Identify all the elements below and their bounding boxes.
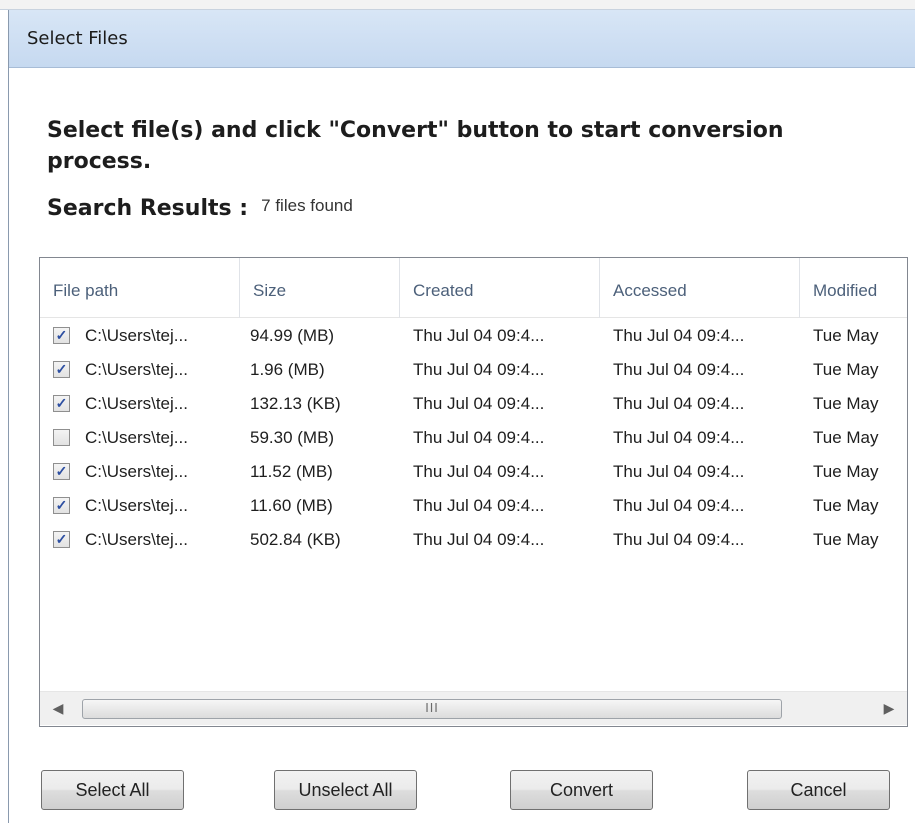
cell-size: 94.99 (MB) [250,326,335,345]
scrollbar-thumb[interactable]: III [82,699,782,719]
select-files-dialog: Select Files Select file(s) and click "C… [8,10,915,823]
background-window-strip [0,0,915,10]
row-checkbox-unchecked[interactable] [53,429,70,446]
column-header-modified[interactable]: Modified [800,258,907,318]
cell-accessed: Thu Jul 04 09:4... [613,428,745,447]
cell-file-path: C:\Users\tej... [85,360,188,379]
column-header-size[interactable]: Size [240,258,400,318]
cell-file-path: C:\Users\tej... [85,496,188,515]
scroll-right-arrow-icon[interactable]: ▶ [871,692,907,726]
cell-file-path: C:\Users\tej... [85,462,188,481]
table-row[interactable]: C:\Users\tej... 59.30 (MB) Thu Jul 04 09:4… [40,422,907,456]
cell-modified: Tue May [813,326,879,345]
cell-file-path: C:\Users\tej... [85,530,188,549]
row-checkbox-checked[interactable]: ✓ [53,327,70,344]
table-row[interactable]: ✓ C:\Users\tej... 502.84 (KB) Thu Jul 04 09… [40,524,907,558]
cell-created: Thu Jul 04 09:4... [413,360,545,379]
column-header-file-path[interactable]: File path [40,258,240,318]
row-checkbox-checked[interactable]: ✓ [53,395,70,412]
cell-modified: Tue May [813,462,879,481]
convert-button[interactable]: Convert [510,770,653,810]
cell-file-path: C:\Users\tej... [85,428,188,447]
cell-size: 1.96 (MB) [250,360,325,379]
cell-modified: Tue May [813,496,879,515]
scrollbar-grip: III [425,701,439,715]
select-all-button[interactable]: Select All [41,770,184,810]
scroll-left-arrow-icon[interactable]: ◀ [40,692,76,726]
column-header-created[interactable]: Created [400,258,600,318]
search-results-count: 7 files found [261,196,353,215]
cancel-button[interactable]: Cancel [747,770,890,810]
table-row[interactable]: ✓ C:\Users\tej... 94.99 (MB) Thu Jul 04 09:… [40,320,907,354]
row-checkbox-checked[interactable]: ✓ [53,463,70,480]
cell-file-path: C:\Users\tej... [85,326,188,345]
cell-created: Thu Jul 04 09:4... [413,394,545,413]
search-results-summary: Search Results : 7 files found [47,196,353,226]
search-results-label: Search Results : [47,196,249,221]
cell-size: 11.52 (MB) [250,462,333,481]
cell-accessed: Thu Jul 04 09:4... [613,326,745,345]
table-row[interactable]: ✓ C:\Users\tej... 132.13 (KB) Thu Jul 04 09… [40,388,907,422]
cell-file-path: C:\Users\tej... [85,394,188,413]
row-checkbox-checked[interactable]: ✓ [53,361,70,378]
window-title: Select Files [27,28,128,49]
horizontal-scrollbar[interactable]: ◀ III ▶ [40,691,907,725]
cell-modified: Tue May [813,530,879,549]
file-list[interactable]: File path Size Created Accessed Modified… [39,257,908,727]
cell-modified: Tue May [813,360,879,379]
title-bar[interactable]: Select Files [9,10,915,68]
cell-created: Thu Jul 04 09:4... [413,462,545,481]
cell-created: Thu Jul 04 09:4... [413,530,545,549]
file-list-header: File path Size Created Accessed Modified [40,258,907,318]
cell-created: Thu Jul 04 09:4... [413,428,545,447]
cell-size: 132.13 (KB) [250,394,341,413]
table-row[interactable]: ✓ C:\Users\tej... 11.60 (MB) Thu Jul 04 09:… [40,490,907,524]
cell-accessed: Thu Jul 04 09:4... [613,496,745,515]
instructions-text: Select file(s) and click "Convert" butto… [47,118,784,174]
cell-modified: Tue May [813,394,879,413]
cell-accessed: Thu Jul 04 09:4... [613,530,745,549]
cell-size: 502.84 (KB) [250,530,341,549]
cell-accessed: Thu Jul 04 09:4... [613,462,745,481]
row-checkbox-checked[interactable]: ✓ [53,497,70,514]
cell-created: Thu Jul 04 09:4... [413,496,545,515]
cell-size: 59.30 (MB) [250,428,335,447]
row-checkbox-checked[interactable]: ✓ [53,531,70,548]
table-row[interactable]: ✓ C:\Users\tej... 1.96 (MB) Thu Jul 04 09:4… [40,354,907,388]
column-header-accessed[interactable]: Accessed [600,258,800,318]
cell-modified: Tue May [813,428,879,447]
unselect-all-button[interactable]: Unselect All [274,770,417,810]
table-row[interactable]: ✓ C:\Users\tej... 11.52 (MB) Thu Jul 04 09:… [40,456,907,490]
cell-size: 11.60 (MB) [250,496,333,515]
cell-accessed: Thu Jul 04 09:4... [613,360,745,379]
cell-created: Thu Jul 04 09:4... [413,326,545,345]
cell-accessed: Thu Jul 04 09:4... [613,394,745,413]
